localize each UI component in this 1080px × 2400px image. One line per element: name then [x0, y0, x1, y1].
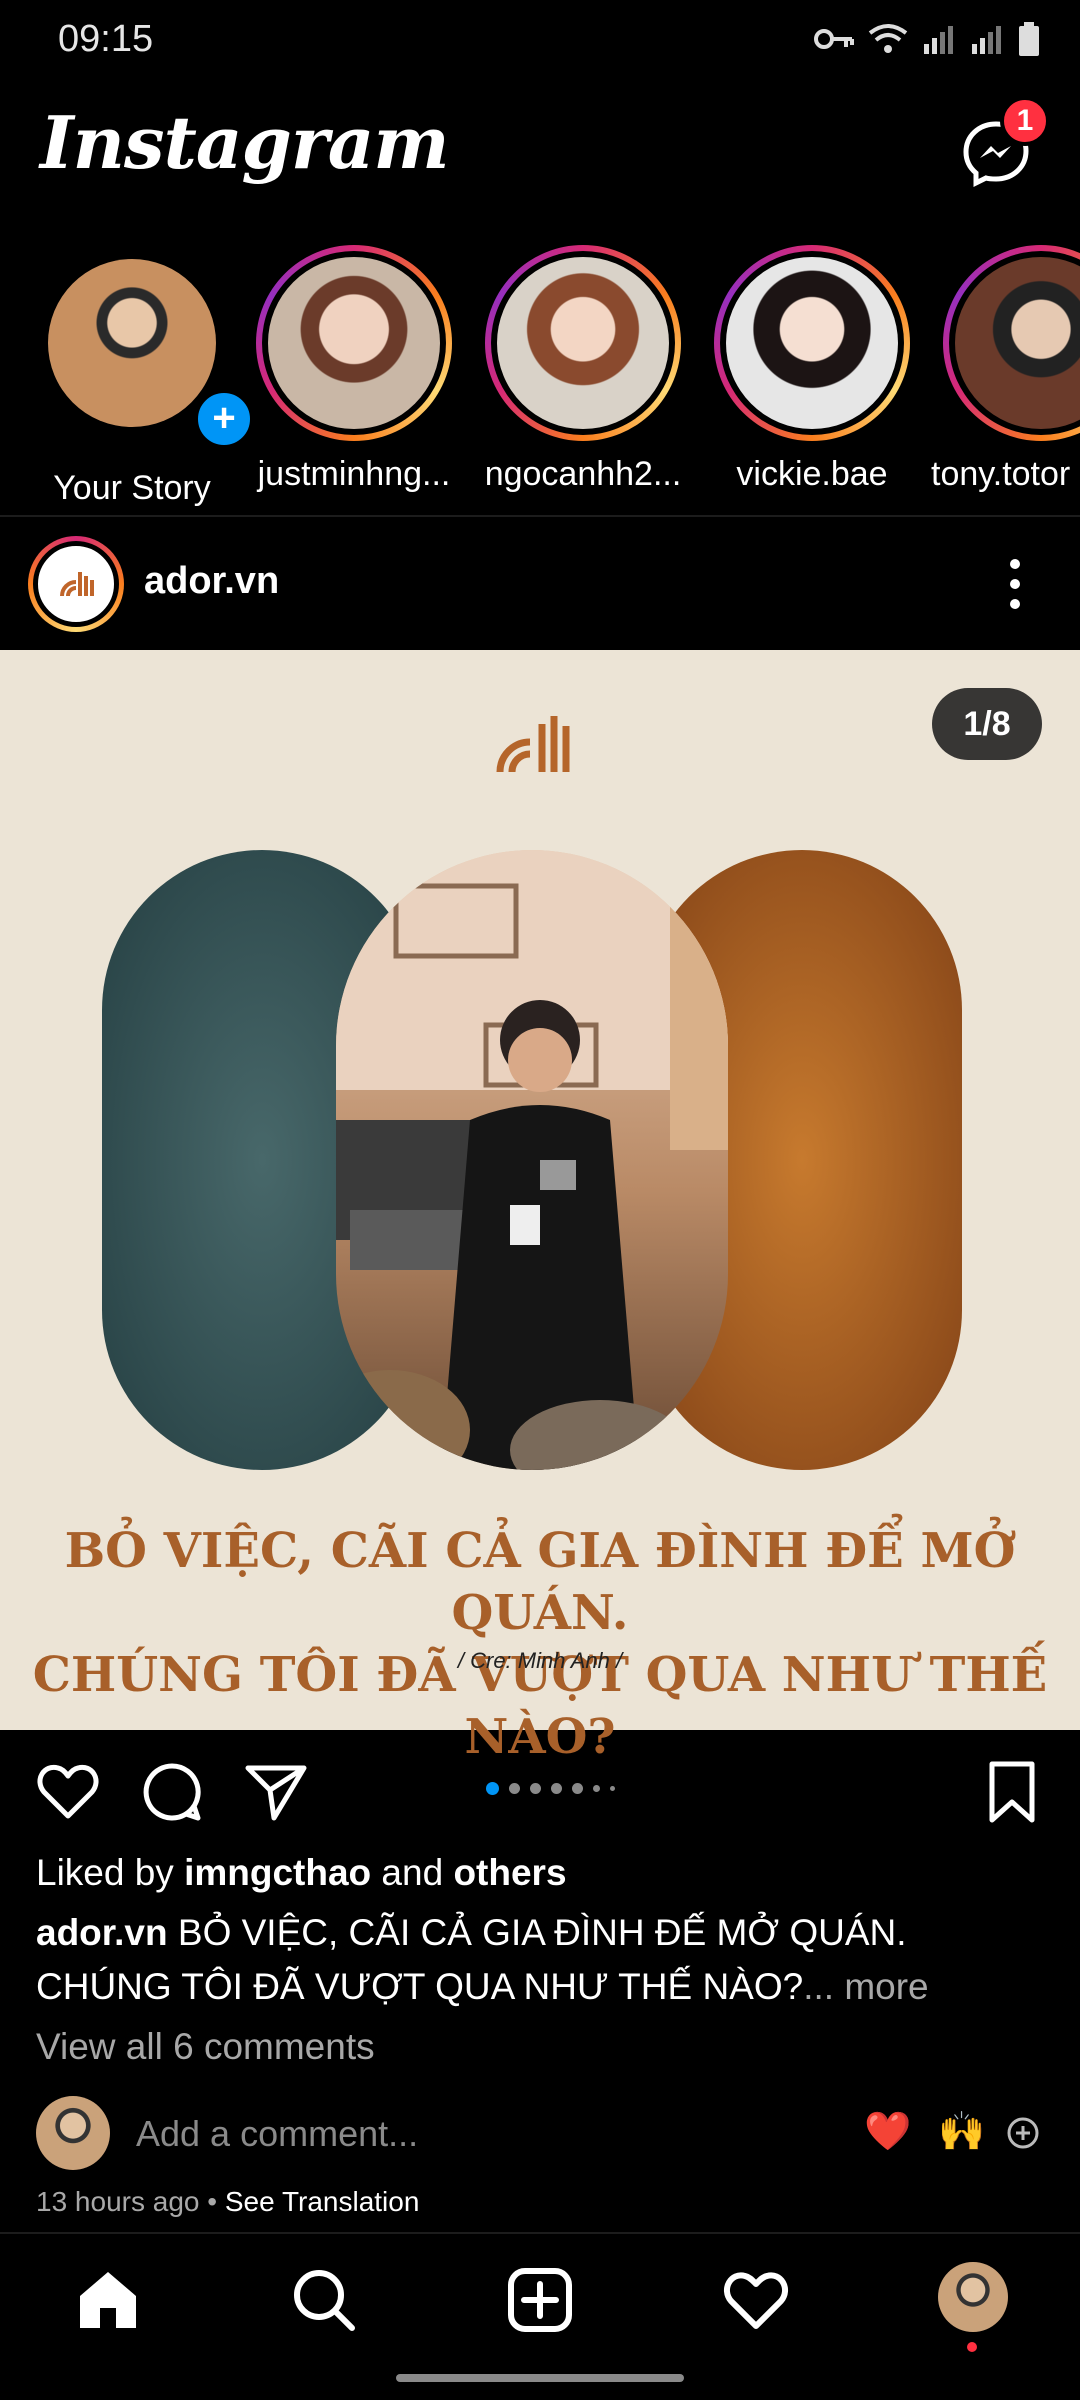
story-name: vickie.bae	[736, 455, 888, 493]
more-options-icon[interactable]	[1000, 556, 1030, 612]
liked-mid: and	[371, 1852, 454, 1893]
profile-notification-dot	[967, 2342, 977, 2352]
new-post-icon[interactable]	[506, 2266, 574, 2334]
carousel-counter: 1/8	[932, 688, 1042, 760]
liked-others[interactable]: others	[453, 1852, 566, 1893]
caption-more-link[interactable]: ... more	[803, 1966, 928, 2007]
add-reaction-icon[interactable]	[1006, 2116, 1040, 2150]
post-timestamp: 13 hours ago • See Translation	[36, 2186, 420, 2217]
home-icon[interactable]	[74, 2266, 142, 2334]
signal-icon	[924, 26, 953, 54]
time-ago: 13 hours ago	[36, 2186, 200, 2217]
story-item[interactable]: tony.totor	[931, 245, 1080, 494]
carousel-dot	[509, 1783, 520, 1794]
status-icons	[814, 22, 1040, 56]
story-avatar	[726, 257, 898, 429]
story-item[interactable]: vickie.bae	[714, 245, 910, 494]
carousel-dot	[610, 1786, 615, 1791]
battery-icon	[1019, 22, 1039, 56]
nav-divider	[0, 2232, 1080, 2234]
post-username[interactable]: ador.vn	[144, 560, 279, 603]
story-avatar	[268, 257, 440, 429]
add-story-icon[interactable]: +	[192, 387, 256, 451]
reaction-heart[interactable]: ❤️	[864, 2110, 911, 2154]
activity-heart-icon[interactable]	[722, 2266, 790, 2334]
post-avatar[interactable]	[28, 536, 124, 632]
caption-username[interactable]: ador.vn	[36, 1912, 168, 1953]
add-comment-input[interactable]: Add a comment...	[136, 2113, 418, 2155]
vpn-key-icon	[814, 29, 854, 49]
post-caption: ador.vn BỎ VIỆC, CÃI CẢ GIA ĐÌNH ĐẾ MỞ Q…	[36, 1906, 1036, 2014]
carousel-dot	[530, 1783, 541, 1794]
see-translation-link[interactable]: See Translation	[225, 2186, 420, 2217]
story-name: tony.totor	[931, 455, 1071, 493]
search-icon[interactable]	[290, 2266, 358, 2334]
carousel-dot	[551, 1783, 562, 1794]
liked-user[interactable]: imngcthao	[184, 1852, 371, 1893]
status-time: 09:15	[58, 18, 154, 60]
carousel-dot-active	[486, 1782, 499, 1795]
liked-by: Liked by imngcthao and others	[36, 1852, 567, 1894]
story-item[interactable]: justminhng...	[256, 245, 452, 494]
reaction-raised-hands[interactable]: 🙌	[938, 2110, 985, 2154]
story-your-story[interactable]: + Your Story	[34, 245, 256, 508]
profile-avatar[interactable]	[938, 2262, 1008, 2332]
comment-avatar	[36, 2096, 110, 2170]
story-name: Your Story	[53, 469, 211, 507]
share-icon[interactable]	[244, 1760, 308, 1824]
divider	[0, 515, 1080, 517]
post-credit: / Cre: Minh Anh /	[457, 1648, 623, 1673]
headline-line-1: BỎ VIỆC, CÃI CẢ GIA ĐÌNH ĐỂ MỞ QUÁN.	[64, 1523, 1016, 1641]
carousel-dots	[486, 1782, 615, 1795]
ador-logo-icon	[60, 572, 94, 597]
story-item[interactable]: ngocanhh2...	[485, 245, 681, 494]
signal-icon-2	[972, 26, 1001, 54]
wifi-icon	[868, 24, 908, 53]
liked-prefix: Liked by	[36, 1852, 185, 1893]
comment-icon[interactable]	[140, 1760, 204, 1824]
story-avatar	[955, 257, 1080, 429]
messenger-badge: 1	[1000, 96, 1050, 146]
carousel-dot	[593, 1785, 600, 1792]
save-bookmark-icon[interactable]	[980, 1760, 1044, 1824]
story-name: ngocanhh2...	[484, 455, 682, 493]
ador-logo-icon	[496, 716, 570, 773]
story-avatar	[497, 257, 669, 429]
like-heart-icon[interactable]	[36, 1760, 100, 1824]
story-avatar	[48, 259, 216, 427]
instagram-logo: Instagram	[40, 100, 450, 185]
carousel-dot	[572, 1783, 583, 1794]
post-headline: BỎ VIỆC, CÃI CẢ GIA ĐÌNH ĐỂ MỞ QUÁN. CHÚ…	[0, 1520, 1080, 1768]
home-indicator[interactable]	[396, 2374, 684, 2382]
view-all-comments[interactable]: View all 6 comments	[36, 2026, 375, 2068]
story-name: justminhng...	[257, 455, 451, 493]
